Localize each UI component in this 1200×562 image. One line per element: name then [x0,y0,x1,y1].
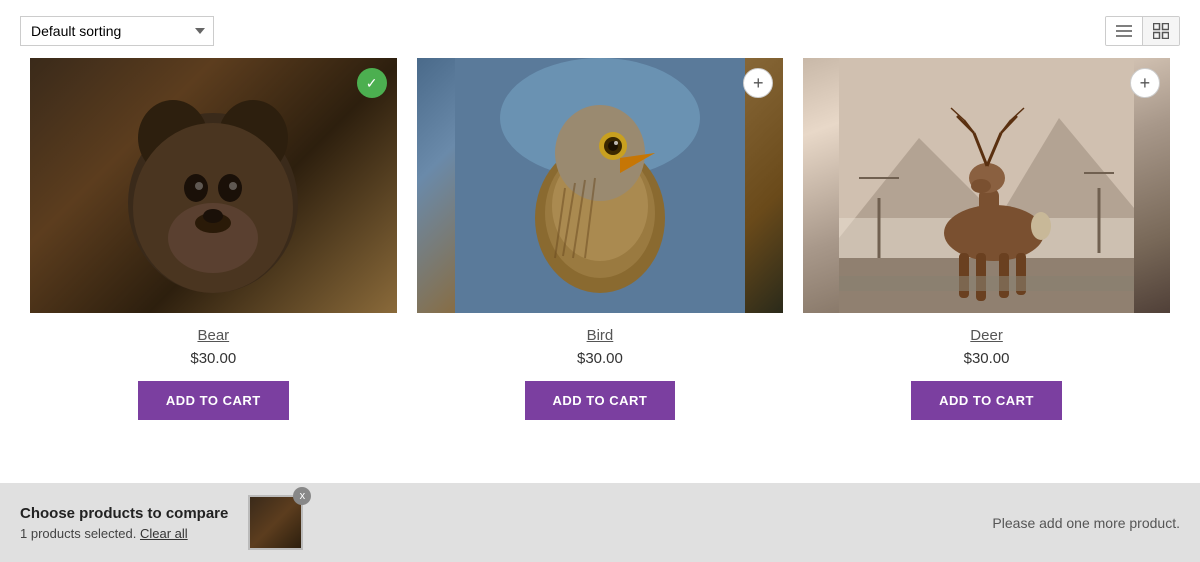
compare-thumbnail-bear [248,495,303,550]
product-card-bird: + Bird $30.00 ADD TO CART [407,58,794,420]
clear-all-button[interactable]: Clear all [140,526,188,541]
compare-bar-info: Choose products to compare 1 products se… [20,505,228,541]
product-price-deer: $30.00 [803,350,1170,367]
view-toggles [1105,16,1180,46]
list-view-button[interactable] [1106,17,1143,45]
grid-icon [1153,23,1169,39]
product-card-bear: ✓ Bear $30.00 ADD TO CART [20,58,407,420]
product-name-bear[interactable]: Bear [30,327,397,344]
compare-button-bear[interactable]: ✓ [357,68,387,98]
grid-view-button[interactable] [1143,17,1179,45]
compare-button-deer[interactable]: + [1130,68,1160,98]
compare-thumbnail-close-button[interactable]: x [293,487,311,505]
compare-bar-sub: 1 products selected. Clear all [20,526,228,541]
add-to-cart-bear[interactable]: ADD TO CART [138,381,289,420]
add-to-cart-deer[interactable]: ADD TO CART [911,381,1062,420]
compare-bar-message: Please add one more product. [992,515,1180,531]
bear-illustration [83,58,343,313]
compare-bar: Choose products to compare 1 products se… [0,483,1200,562]
add-to-cart-bird[interactable]: ADD TO CART [525,381,676,420]
compare-thumbnail-wrapper: x [248,495,303,550]
toolbar: Default sortingSort by price: low to hig… [0,0,1200,58]
compare-bar-title: Choose products to compare [20,505,228,522]
selected-count: 1 products selected. [20,526,136,541]
product-name-deer[interactable]: Deer [803,327,1170,344]
bird-illustration [455,58,745,313]
products-grid: ✓ Bear $30.00 ADD TO CART [0,58,1200,420]
product-price-bird: $30.00 [417,350,784,367]
product-name-bird[interactable]: Bird [417,327,784,344]
sort-select[interactable]: Default sortingSort by price: low to hig… [20,16,214,46]
product-image-wrapper-deer: + [803,58,1170,313]
deer-illustration [839,58,1134,313]
product-image-wrapper-bear: ✓ [30,58,397,313]
product-image-bear [30,58,397,313]
product-price-bear: $30.00 [30,350,397,367]
product-image-bird [417,58,784,313]
product-card-deer: + Deer $30.00 ADD TO CART [793,58,1180,420]
list-icon [1116,23,1132,39]
product-image-wrapper-bird: + [417,58,784,313]
product-image-deer [803,58,1170,313]
